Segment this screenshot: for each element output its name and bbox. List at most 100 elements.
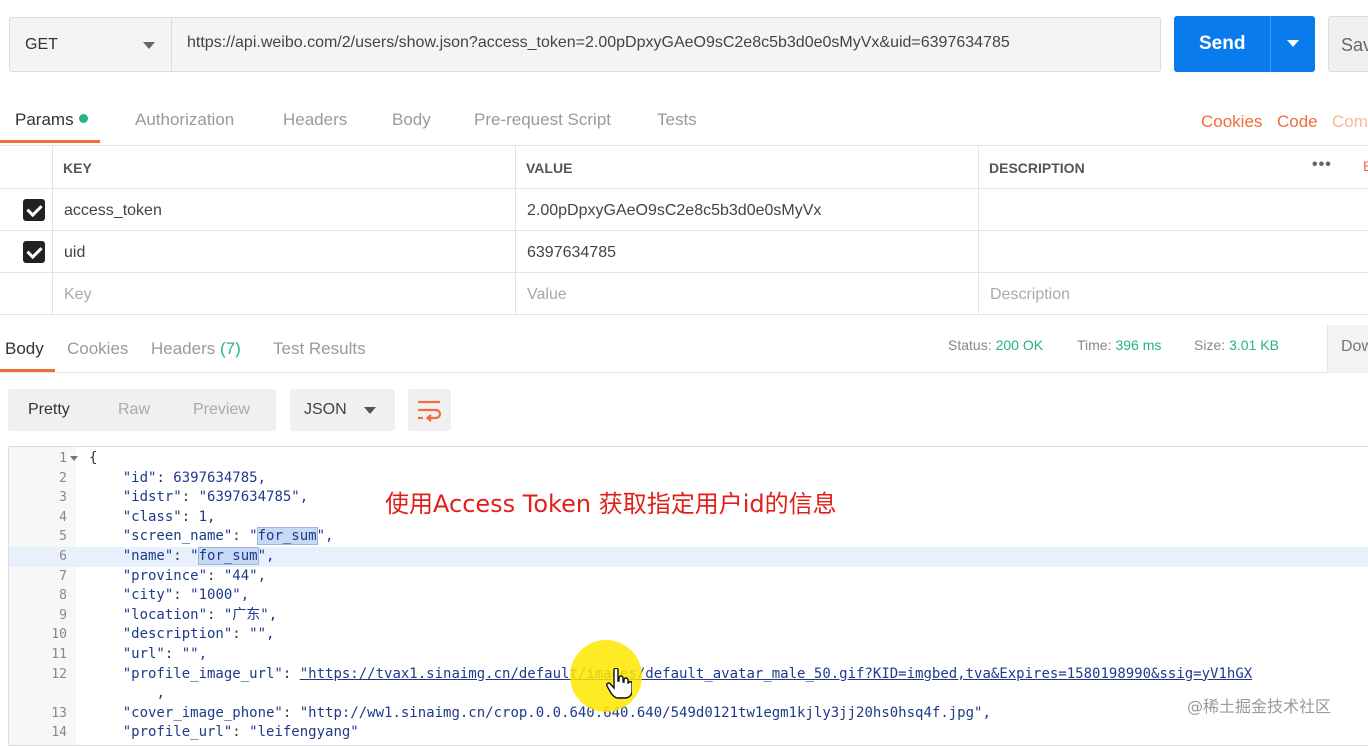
json-colon: : (207, 606, 224, 623)
line-number: 2 (59, 470, 67, 486)
download-button[interactable]: Dow (1327, 325, 1368, 373)
json-colon: : (232, 724, 250, 741)
json-colon: : (164, 646, 182, 662)
json-key: "province" (122, 567, 208, 584)
code-text: "idstr": "6397634785", (89, 488, 308, 508)
value-col-header: VALUE (516, 146, 979, 188)
annotation-caption: 使用Access Token 获取指定用户id的信息 (385, 490, 837, 518)
tab-tests[interactable]: Tests (657, 110, 697, 130)
line-number: 1 (59, 451, 67, 466)
code-text: "screen_name": "for_sum", (89, 527, 333, 547)
json-url-link[interactable]: "https://tvax1.sinaimg.cn/default/images… (300, 666, 1252, 682)
method-select[interactable]: GET (9, 17, 172, 72)
time-label: Time: (1077, 337, 1112, 353)
comments-link[interactable]: Com (1332, 112, 1368, 132)
json-colon: : (232, 528, 250, 545)
format-select[interactable]: JSON (290, 389, 395, 431)
json-key: "description" (122, 626, 233, 643)
line-number: 13 (51, 705, 67, 721)
value-placeholder: Value (527, 286, 567, 303)
watermark-text: @稀土掘金技术社区 (1187, 697, 1332, 716)
view-mode-group: Pretty Raw Preview (8, 389, 276, 431)
line-number: 14 (51, 725, 67, 741)
request-tabs: Params Authorization Headers Body Pre-re… (0, 100, 1368, 144)
description-placeholder: Description (990, 286, 1071, 303)
json-value: "44", (223, 567, 267, 584)
new-key-input[interactable]: Key (53, 273, 516, 314)
key-cell[interactable]: uid (53, 231, 516, 272)
tab-params[interactable]: Params (15, 110, 88, 130)
tab-test-results[interactable]: Test Results (273, 339, 366, 359)
new-value-input[interactable]: Value (516, 273, 979, 314)
send-button[interactable]: Send (1174, 16, 1315, 72)
code-text: "city": "1000", (89, 586, 249, 606)
json-colon: : (181, 489, 199, 506)
key-cell[interactable]: access_token (53, 189, 516, 230)
tab-params-label: Params (15, 110, 74, 129)
code-line: , (9, 684, 1368, 704)
code-line: 6 "name": "for_sum", (9, 547, 1368, 567)
send-dropdown-icon[interactable] (1287, 40, 1299, 47)
json-colon: : (156, 469, 174, 486)
status-value: 200 OK (995, 337, 1044, 353)
checkbox-col-header (0, 146, 53, 188)
raw-button[interactable]: Raw (118, 401, 150, 419)
value-header-label: VALUE (526, 160, 573, 176)
line-number: 12 (51, 666, 67, 682)
tab-response-headers[interactable]: Headers (7) (151, 339, 241, 359)
checkbox-checked-icon[interactable] (23, 199, 45, 221)
bulk-edit-link[interactable]: B (1363, 158, 1368, 174)
fold-toggle-icon[interactable] (70, 456, 78, 461)
new-description-input[interactable]: Description (979, 273, 1368, 314)
url-input[interactable]: https://api.weibo.com/2/users/show.json?… (172, 17, 1161, 72)
code-line: 5 "screen_name": "for_sum", (9, 527, 1368, 547)
status-readout: Status: 200 OK (948, 337, 1043, 353)
code-line: 1{ (9, 449, 1368, 469)
save-button[interactable]: Sav (1328, 16, 1368, 72)
description-cell[interactable] (979, 231, 1368, 272)
json-value: "", (181, 646, 208, 662)
send-label: Send (1199, 33, 1246, 54)
code-line: 11 "url": "", (9, 645, 1368, 665)
json-value: 1, (198, 508, 216, 525)
json-value: "for_sum", (249, 527, 334, 546)
code-link[interactable]: Code (1277, 112, 1318, 132)
json-key: "city" (122, 587, 174, 604)
tab-response-body[interactable]: Body (5, 339, 44, 359)
value-cell[interactable]: 2.00pDpxyGAeO9sC2e8c5b3d0e0sMyVx (516, 189, 979, 230)
json-key: "class" (122, 508, 182, 525)
json-value: "1000", (190, 587, 250, 604)
json-value: "6397634785", (198, 489, 309, 506)
cookies-link[interactable]: Cookies (1201, 112, 1262, 132)
more-options-icon[interactable]: ••• (1312, 156, 1332, 174)
code-text: "description": "", (89, 625, 275, 645)
pretty-button[interactable]: Pretty (28, 401, 70, 419)
preview-button[interactable]: Preview (193, 401, 250, 419)
tab-response-cookies[interactable]: Cookies (67, 339, 128, 359)
tab-prerequest-script[interactable]: Pre-request Script (474, 110, 611, 130)
tab-body[interactable]: Body (392, 110, 431, 130)
chevron-down-icon (364, 407, 376, 414)
headers-count-badge: (7) (220, 339, 241, 358)
size-readout: Size: 3.01 KB (1194, 337, 1279, 353)
value-cell[interactable]: 6397634785 (516, 231, 979, 272)
code-indent: { (89, 450, 98, 466)
json-key: "id" (122, 469, 157, 486)
code-text: , (89, 684, 164, 704)
tab-headers[interactable]: Headers (283, 110, 347, 130)
line-number: 6 (59, 549, 67, 564)
tab-authorization[interactable]: Authorization (135, 110, 234, 130)
description-cell[interactable] (979, 189, 1368, 230)
size-label: Size: (1194, 337, 1226, 353)
wrap-lines-button[interactable] (408, 389, 451, 431)
code-text: "location": "广东", (89, 606, 277, 626)
json-key: "profile_image_url" (122, 665, 283, 682)
json-key: "cover_image_phone" (122, 704, 283, 721)
checkbox-checked-icon[interactable] (23, 241, 45, 263)
